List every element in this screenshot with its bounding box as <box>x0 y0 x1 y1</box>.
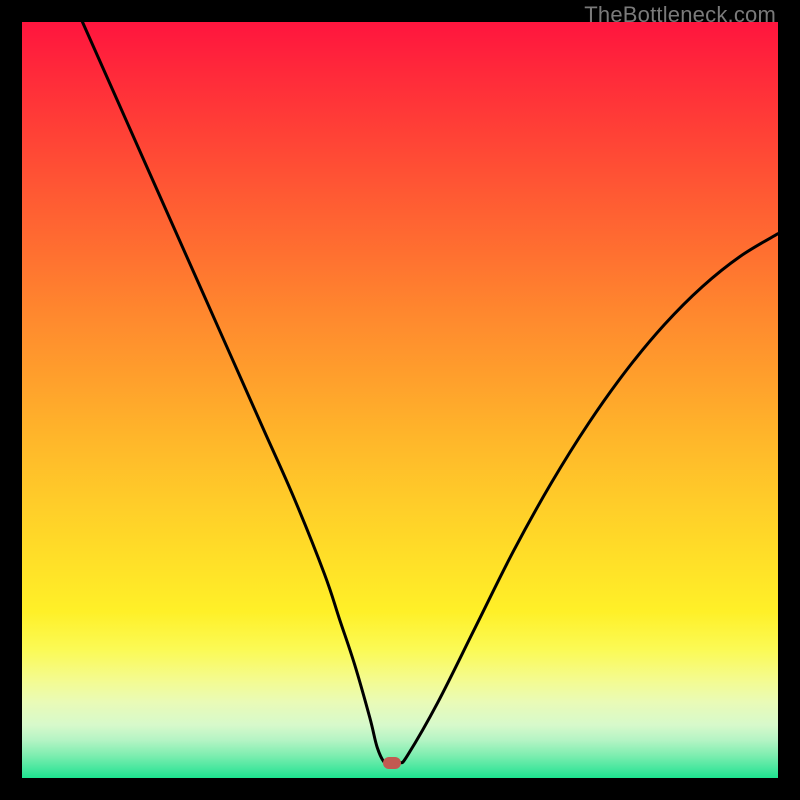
bottleneck-curve <box>22 22 778 778</box>
curve-path <box>82 22 778 764</box>
chart-frame: TheBottleneck.com <box>0 0 800 800</box>
optimum-marker <box>383 757 401 769</box>
plot-area <box>22 22 778 778</box>
